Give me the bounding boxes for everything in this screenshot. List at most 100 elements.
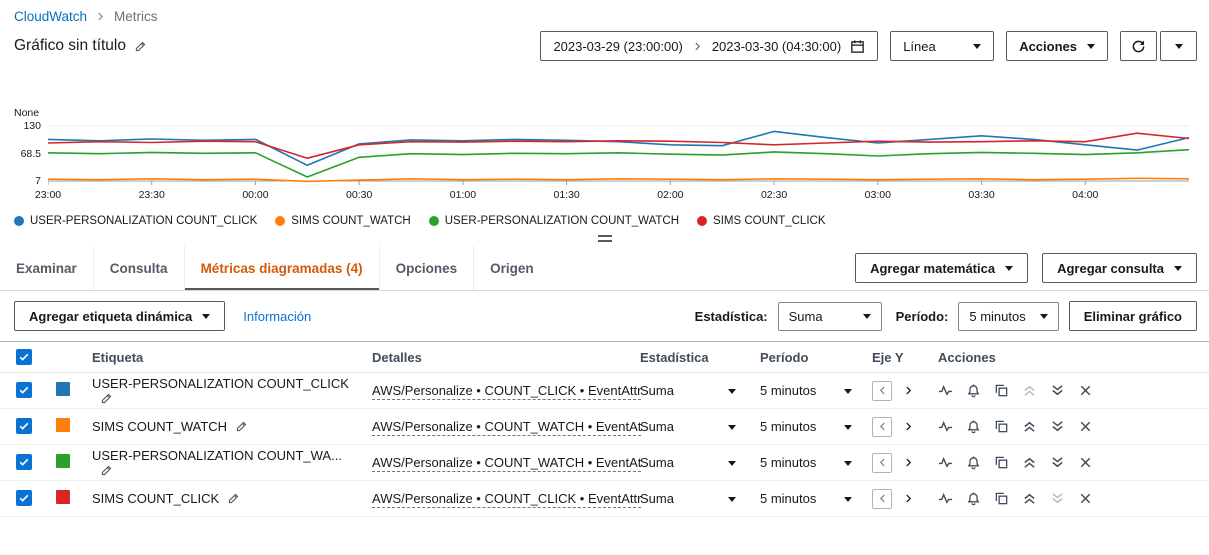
refresh-options-button[interactable] <box>1160 31 1197 61</box>
y-axis-unit-label: None <box>14 107 40 119</box>
caret-down-icon <box>844 424 852 430</box>
chevron-right-icon <box>903 385 914 396</box>
period-select[interactable]: 5 minutos <box>958 301 1059 331</box>
date-range-picker[interactable]: 2023-03-29 (23:00:00) 2023-03-30 (04:30:… <box>540 31 879 61</box>
series-color-swatch <box>56 454 70 468</box>
duplicate-icon[interactable] <box>994 419 1009 434</box>
move-down-icon[interactable] <box>1050 455 1065 470</box>
y-axis-left-button[interactable] <box>872 488 892 509</box>
check-icon <box>18 420 30 432</box>
create-alarm-icon[interactable] <box>966 419 981 434</box>
y-axis-left-button[interactable] <box>872 380 892 401</box>
y-axis-left-button[interactable] <box>872 452 892 473</box>
row-checkbox[interactable] <box>16 382 32 398</box>
legend-item[interactable]: SIMS COUNT_CLICK <box>697 215 826 227</box>
y-tick-label: 7 <box>35 175 41 187</box>
resize-handle[interactable] <box>597 235 612 242</box>
date-range-start[interactable]: 2023-03-29 (23:00:00) <box>553 39 682 54</box>
x-tick-label: 03:30 <box>968 189 995 201</box>
date-range-end[interactable]: 2023-03-30 (04:30:00) <box>712 39 841 54</box>
add-query-button[interactable]: Agregar consulta <box>1042 253 1197 283</box>
caret-down-icon <box>973 44 982 49</box>
tab-opciones[interactable]: Opciones <box>378 246 474 290</box>
add-dynamic-label-button[interactable]: Agregar etiqueta dinámica <box>14 301 226 331</box>
y-axis-left-button[interactable] <box>872 416 892 437</box>
move-up-icon[interactable] <box>1022 455 1037 470</box>
duplicate-icon[interactable] <box>994 455 1009 470</box>
y-axis-right-button[interactable] <box>899 417 919 437</box>
tab-examinar[interactable]: Examinar <box>14 246 93 290</box>
graph-this-metric-icon[interactable] <box>938 383 953 398</box>
graph-this-metric-icon[interactable] <box>938 455 953 470</box>
calendar-icon[interactable] <box>850 39 865 54</box>
move-up-icon <box>1022 383 1037 398</box>
row-period-select[interactable]: 5 minutos <box>760 491 852 506</box>
metric-details[interactable]: AWS/Personalize • COUNT_CLICK • EventAtt… <box>372 491 642 508</box>
row-statistic-select[interactable]: Suma <box>640 419 736 434</box>
row-period-select[interactable]: 5 minutos <box>760 383 852 398</box>
graph-this-metric-icon[interactable] <box>938 491 953 506</box>
row-checkbox[interactable] <box>16 454 32 470</box>
chevron-right-icon <box>903 493 914 504</box>
tab-origen[interactable]: Origen <box>473 246 550 290</box>
caret-down-icon <box>1005 266 1014 271</box>
create-alarm-icon[interactable] <box>966 491 981 506</box>
move-down-icon[interactable] <box>1050 419 1065 434</box>
remove-metric-icon[interactable] <box>1078 455 1093 470</box>
row-checkbox[interactable] <box>16 490 32 506</box>
create-alarm-icon[interactable] <box>966 455 981 470</box>
edit-title-icon[interactable] <box>134 40 147 53</box>
metric-details[interactable]: AWS/Personalize • COUNT_CLICK • EventAtt… <box>372 383 642 400</box>
edit-label-icon[interactable] <box>100 464 113 477</box>
row-statistic-select[interactable]: Suma <box>640 491 736 506</box>
breadcrumb: CloudWatch Metrics <box>0 0 1209 24</box>
statistic-select[interactable]: Suma <box>777 301 882 331</box>
metric-label: SIMS COUNT_WATCH <box>92 419 228 434</box>
cloudwatch-metrics-page: CloudWatch Metrics Gráfico sin título 20… <box>0 0 1209 555</box>
row-statistic-select[interactable]: Suma <box>640 383 736 398</box>
edit-label-icon[interactable] <box>227 492 240 505</box>
remove-metric-icon[interactable] <box>1078 491 1093 506</box>
legend-item[interactable]: USER-PERSONALIZATION COUNT_WATCH <box>428 215 679 227</box>
chevron-left-icon <box>877 385 888 396</box>
graphed-metrics-table: Etiqueta Detalles Estadística Período Ej… <box>0 341 1209 517</box>
x-tick-label: 00:00 <box>242 189 269 201</box>
graph-this-metric-icon[interactable] <box>938 419 953 434</box>
tab-consulta[interactable]: Consulta <box>92 246 184 290</box>
y-axis-right-button[interactable] <box>899 453 919 473</box>
move-up-icon[interactable] <box>1022 419 1037 434</box>
duplicate-icon[interactable] <box>994 491 1009 506</box>
info-link[interactable]: Información <box>243 309 311 324</box>
row-statistic-select[interactable]: Suma <box>640 455 736 470</box>
create-alarm-icon[interactable] <box>966 383 981 398</box>
remove-metric-icon[interactable] <box>1078 419 1093 434</box>
duplicate-icon[interactable] <box>994 383 1009 398</box>
move-down-icon[interactable] <box>1050 383 1065 398</box>
y-axis-right-button[interactable] <box>899 381 919 401</box>
chart-type-select[interactable]: Línea <box>890 31 995 61</box>
legend-item[interactable]: USER-PERSONALIZATION COUNT_CLICK <box>14 215 257 227</box>
edit-label-icon[interactable] <box>100 392 113 405</box>
breadcrumb-cloudwatch-link[interactable]: CloudWatch <box>14 9 87 24</box>
metric-label: USER-PERSONALIZATION COUNT_CLICK <box>92 375 349 391</box>
row-checkbox[interactable] <box>16 418 32 434</box>
select-all-checkbox[interactable] <box>16 348 32 365</box>
x-tick-label: 23:30 <box>138 189 165 201</box>
edit-label-icon[interactable] <box>235 420 248 433</box>
y-axis-right-button[interactable] <box>899 489 919 509</box>
add-math-button[interactable]: Agregar matemática <box>855 253 1029 283</box>
x-tick-label: 00:30 <box>346 189 373 201</box>
legend-item[interactable]: SIMS COUNT_WATCH <box>275 215 411 227</box>
refresh-button[interactable] <box>1120 31 1157 61</box>
metric-details[interactable]: AWS/Personalize • COUNT_WATCH • EventAt <box>372 455 642 472</box>
check-icon <box>18 384 30 396</box>
row-period-select[interactable]: 5 minutos <box>760 419 852 434</box>
remove-metric-icon[interactable] <box>1078 383 1093 398</box>
metric-details[interactable]: AWS/Personalize • COUNT_WATCH • EventAt <box>372 419 642 436</box>
move-up-icon[interactable] <box>1022 491 1037 506</box>
delete-graph-button[interactable]: Eliminar gráfico <box>1068 301 1197 331</box>
check-icon <box>18 492 30 504</box>
tab-metricas-diagramadas[interactable]: Métricas diagramadas (4) <box>183 246 379 290</box>
row-period-select[interactable]: 5 minutos <box>760 455 852 470</box>
actions-menu-button[interactable]: Acciones <box>1006 31 1108 61</box>
